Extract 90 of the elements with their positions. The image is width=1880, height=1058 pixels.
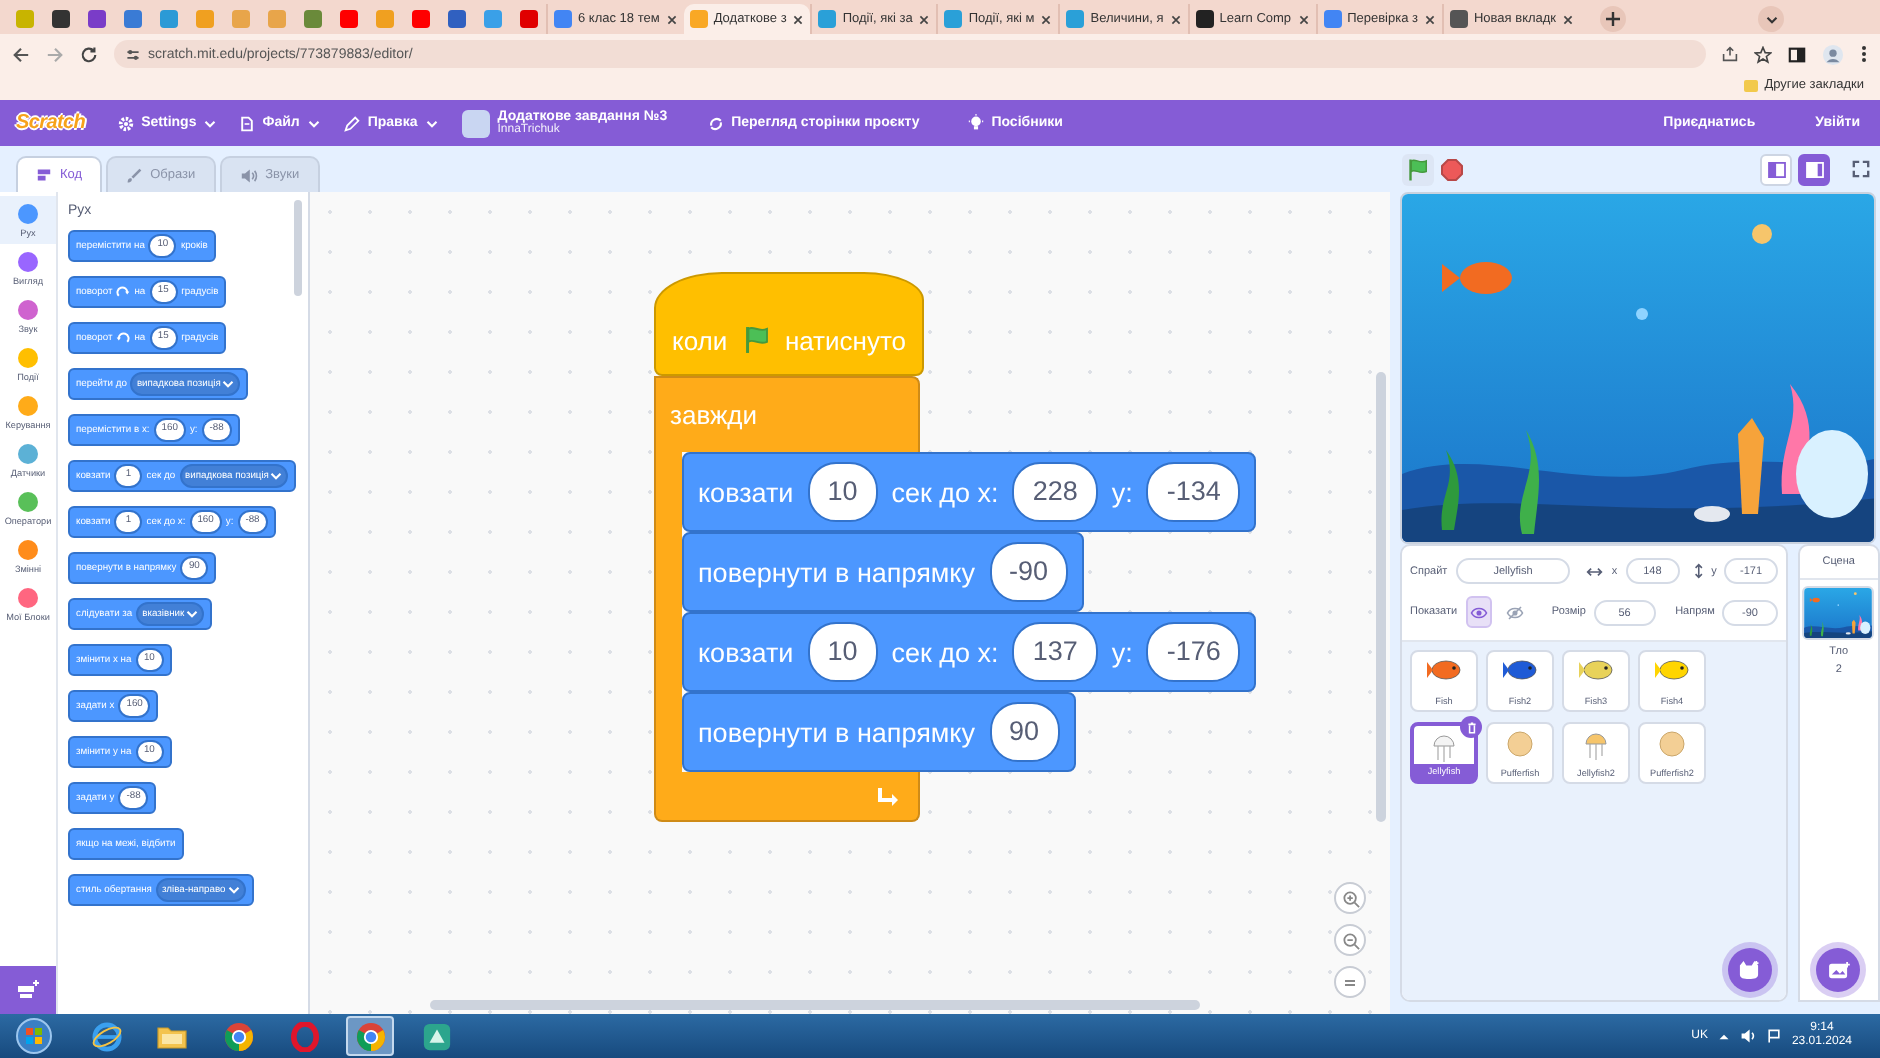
- profile-icon[interactable]: [1822, 43, 1844, 65]
- code-block[interactable]: повернути в напрямку -90: [682, 532, 1085, 612]
- pencil-icon: [343, 115, 360, 131]
- caret-icon: [270, 472, 283, 480]
- scrollbar[interactable]: [430, 1000, 1200, 1010]
- number-input[interactable]: 10: [807, 462, 878, 522]
- scrollbar[interactable]: [1376, 372, 1386, 822]
- trash-icon: [1465, 721, 1477, 733]
- caret-icon: [227, 886, 240, 894]
- code-block[interactable]: ковзати 10 сек до х: 228 у: -134: [682, 452, 1257, 532]
- close-icon[interactable]: [918, 13, 931, 25]
- eye-icon: [1469, 603, 1488, 621]
- blocks-plus-icon: [16, 980, 40, 1000]
- menu-icon[interactable]: [1860, 44, 1868, 64]
- close-icon[interactable]: [1297, 13, 1310, 25]
- eye-slash-icon: [1505, 603, 1524, 621]
- flag-icon: [741, 322, 771, 358]
- turn-right-icon: [116, 285, 131, 299]
- number-input[interactable]: -90: [989, 542, 1069, 602]
- run-button[interactable]: [1402, 153, 1434, 185]
- browser-icon: [91, 1021, 121, 1051]
- cat-icon: [1738, 960, 1761, 980]
- zoom-in-icon: [1341, 889, 1359, 907]
- close-icon[interactable]: [665, 13, 678, 25]
- image-icon: [1827, 961, 1849, 979]
- page-icon: [707, 115, 724, 131]
- back-icon[interactable]: [12, 45, 30, 63]
- add-backdrop-button[interactable]: [1816, 948, 1860, 992]
- large-stage-icon: [1805, 161, 1823, 177]
- show-button[interactable]: [1465, 596, 1493, 628]
- speaker-icon[interactable]: [1739, 1028, 1756, 1044]
- chevron-up-icon[interactable]: [1717, 1031, 1730, 1041]
- file-icon: [240, 115, 255, 131]
- caret-icon: [204, 119, 217, 127]
- number-input[interactable]: 10: [807, 622, 878, 682]
- stop-button[interactable]: [1440, 157, 1464, 181]
- new-tab-button[interactable]: [1600, 6, 1627, 32]
- lightbulb-icon: [967, 114, 984, 132]
- project-thumbnail: [461, 109, 490, 137]
- delete-button[interactable]: [1460, 716, 1482, 738]
- code-icon: [36, 168, 52, 182]
- zoom-reset-button[interactable]: [1334, 966, 1366, 998]
- caret-icon: [222, 380, 235, 388]
- brush-icon: [126, 167, 143, 183]
- small-stage-icon: [1767, 161, 1785, 177]
- close-icon[interactable]: [792, 13, 805, 25]
- zoom-in-button[interactable]: [1334, 882, 1366, 914]
- zoom-out-button[interactable]: [1334, 924, 1366, 956]
- fullscreen-icon: [1851, 160, 1869, 178]
- caret-icon: [186, 610, 199, 618]
- close-icon[interactable]: [1423, 13, 1436, 25]
- share-icon[interactable]: [1722, 46, 1738, 62]
- close-icon[interactable]: [1169, 13, 1182, 25]
- code-block[interactable]: повернути в напрямку 90: [682, 692, 1076, 772]
- side-panel-icon[interactable]: [1788, 45, 1806, 63]
- browser-icon: [355, 1021, 385, 1051]
- loop-arrow-icon: [874, 782, 902, 810]
- tune-icon: [126, 47, 140, 61]
- caret-icon: [307, 119, 320, 127]
- code-block[interactable]: ковзати 10 сек до х: 137 у: -176: [682, 612, 1257, 692]
- speaker-icon: [239, 167, 258, 183]
- caret-icon: [1765, 15, 1777, 23]
- zoom-out-icon: [1341, 931, 1359, 949]
- number-input[interactable]: 137: [1012, 622, 1098, 682]
- ring-icon: [289, 1021, 319, 1051]
- start-button[interactable]: [16, 1018, 52, 1054]
- gear-icon: [117, 115, 134, 131]
- flag-icon: [1406, 157, 1430, 181]
- taskbar-button[interactable]: [346, 1016, 394, 1056]
- number-input[interactable]: -176: [1146, 622, 1241, 682]
- close-icon[interactable]: [1562, 13, 1575, 25]
- horizontal-arrows-icon: [1586, 565, 1604, 577]
- scrollbar[interactable]: [294, 200, 302, 296]
- tab-search-button[interactable]: [1758, 6, 1784, 32]
- number-input[interactable]: 228: [1012, 462, 1098, 522]
- vertical-arrows-icon: [1693, 562, 1704, 580]
- caret-icon: [425, 119, 438, 127]
- equals-icon: [1344, 977, 1356, 987]
- reload-icon[interactable]: [80, 45, 98, 63]
- star-icon[interactable]: [1754, 45, 1772, 63]
- number-input[interactable]: -134: [1146, 462, 1241, 522]
- extension-button[interactable]: [0, 966, 56, 1014]
- flag-icon[interactable]: [1765, 1028, 1782, 1044]
- turn-left-icon: [116, 331, 131, 345]
- folder-icon: [156, 1022, 188, 1050]
- number-input[interactable]: 90: [989, 702, 1060, 762]
- browser-icon: [223, 1021, 253, 1051]
- app-icon: [421, 1021, 451, 1051]
- close-icon[interactable]: [1040, 13, 1053, 25]
- stage-size-button[interactable]: [1798, 153, 1830, 185]
